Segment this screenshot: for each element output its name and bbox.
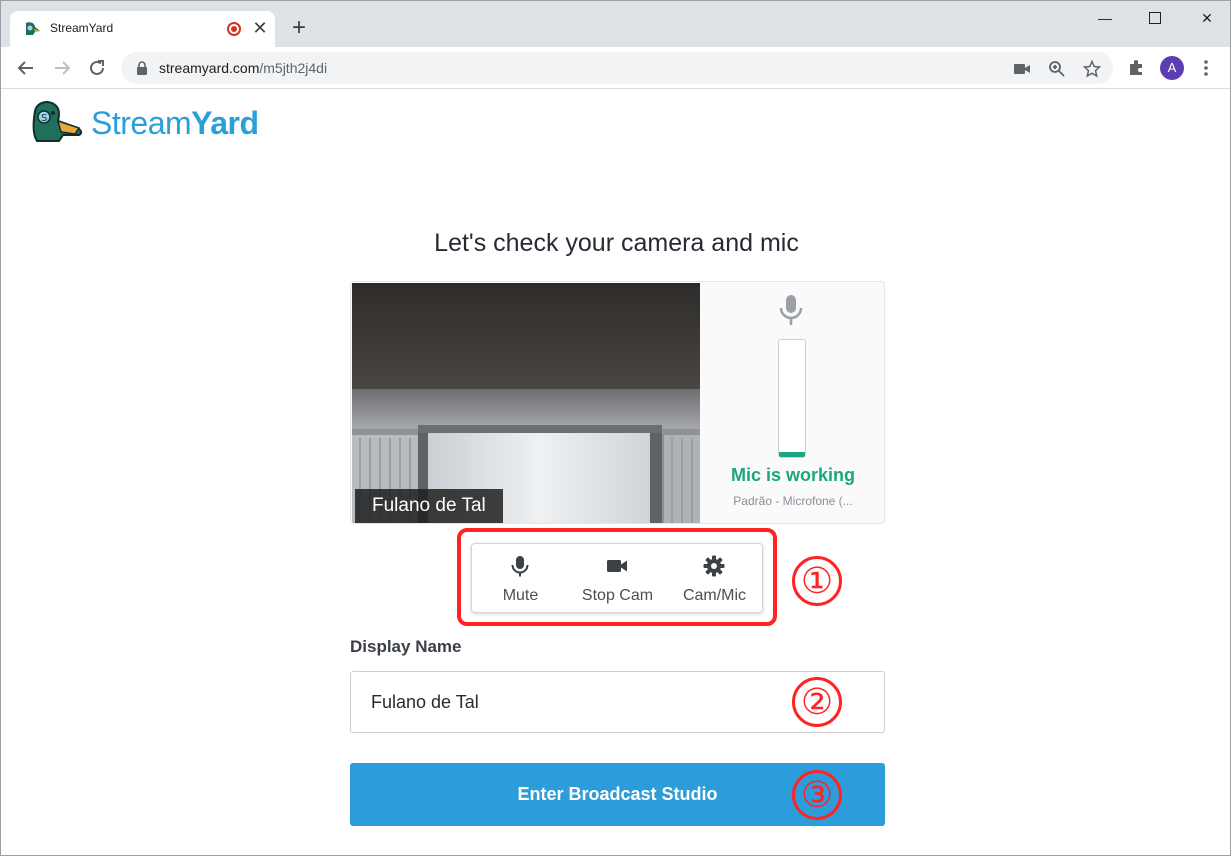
browser-toolbar: streamyard.com/m5jth2j4di A <box>1 47 1230 89</box>
tab-strip: StreamYard ✕ + — ✕ <box>1 1 1230 47</box>
media-controls: Mute Stop Cam Cam/Mic <box>471 543 763 613</box>
url-text[interactable]: streamyard.com/m5jth2j4di <box>159 60 327 76</box>
cam-mic-label: Cam/Mic <box>682 587 747 604</box>
microphone-icon <box>779 295 803 325</box>
reload-icon[interactable] <box>86 57 108 79</box>
svg-text:S: S <box>41 113 47 124</box>
camera-preview: Fulano de Tal <box>352 283 700 523</box>
logo-wordmark: StreamYard <box>91 105 259 142</box>
extensions-puzzle-icon[interactable] <box>1127 59 1145 77</box>
streamyard-logo[interactable]: S StreamYard <box>29 97 279 147</box>
zoom-icon[interactable] <box>1048 60 1066 78</box>
participant-name-tag: Fulano de Tal <box>355 489 503 523</box>
tab-close-icon[interactable]: ✕ <box>250 18 270 38</box>
address-bar[interactable]: streamyard.com/m5jth2j4di <box>121 52 1113 84</box>
recording-indicator-icon <box>227 22 241 36</box>
lock-icon[interactable] <box>136 61 148 75</box>
mic-check-panel: Mic is working Padrão - Microfone (... <box>700 282 884 523</box>
tab-title: StreamYard <box>50 21 114 35</box>
bookmark-star-icon[interactable] <box>1083 60 1101 78</box>
back-arrow-icon[interactable] <box>15 57 37 79</box>
mute-label: Mute <box>502 587 539 604</box>
mic-status-text: Mic is working <box>730 465 856 485</box>
mute-button[interactable]: Mute <box>472 544 569 614</box>
cam-mic-settings-button[interactable]: Cam/Mic <box>666 544 763 614</box>
page-content: S StreamYard Let's check your camera and… <box>1 89 1230 855</box>
av-preview-card: Fulano de Tal Mic is working Padrão - Mi… <box>350 281 885 524</box>
new-tab-button[interactable]: + <box>289 16 309 40</box>
url-path: /m5jth2j4di <box>259 60 328 76</box>
mic-level-meter <box>778 339 806 458</box>
window-close-icon[interactable]: ✕ <box>1197 10 1217 28</box>
browser-window: StreamYard ✕ + — ✕ streamyard.com/m5jth2 <box>0 0 1231 856</box>
logo-text-yard: Yard <box>191 105 259 141</box>
stop-cam-button[interactable]: Stop Cam <box>569 544 666 614</box>
url-host: streamyard.com <box>159 60 260 76</box>
camera-in-use-icon[interactable] <box>1013 60 1031 78</box>
stop-cam-label: Stop Cam <box>581 587 654 604</box>
tab-streamyard[interactable]: StreamYard ✕ <box>10 11 275 47</box>
browser-menu-icon[interactable] <box>1199 59 1213 77</box>
mic-level-fill <box>779 452 805 457</box>
display-name-label: Display Name <box>350 637 462 656</box>
forward-arrow-icon[interactable] <box>51 57 73 79</box>
logo-text-stream: Stream <box>91 105 192 141</box>
minimize-icon[interactable]: — <box>1095 10 1115 28</box>
annotation-number-2: ② <box>792 677 842 727</box>
video-camera-icon <box>607 560 627 572</box>
profile-avatar[interactable]: A <box>1160 56 1184 80</box>
streamyard-favicon-icon <box>26 22 40 35</box>
annotation-number-3: ③ <box>792 770 842 820</box>
page-heading: Let's check your camera and mic <box>434 229 799 257</box>
microphone-icon <box>511 556 529 577</box>
duck-logo-icon: S <box>32 101 83 142</box>
annotation-number-1: ① <box>792 556 842 606</box>
mic-device-name: Padrão - Microfone (... <box>733 494 853 508</box>
maximize-icon[interactable] <box>1149 12 1161 24</box>
camera-feed-image <box>352 283 700 523</box>
gear-icon <box>703 555 725 577</box>
